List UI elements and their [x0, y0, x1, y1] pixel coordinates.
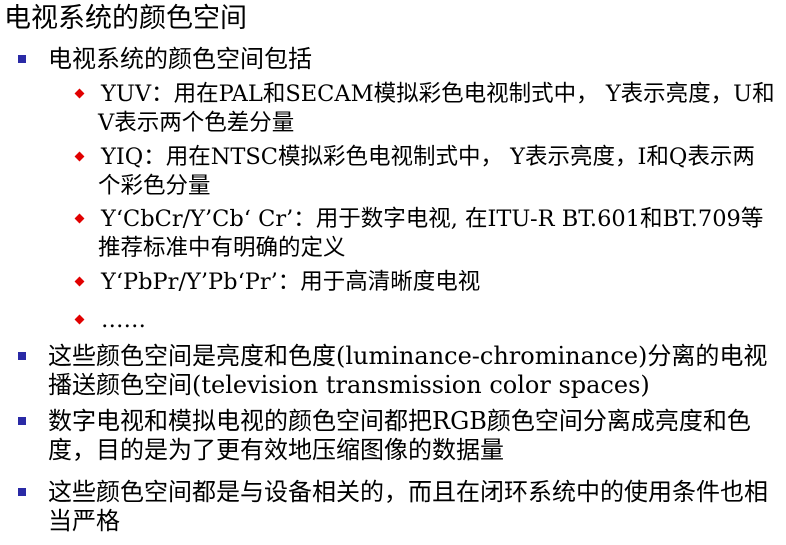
diamond-bullet-icon	[74, 151, 85, 162]
bullet-text: 电视系统的颜色空间包括	[48, 45, 312, 73]
diamond-bullet-icon	[74, 314, 85, 325]
bullet-text: 这些颜色空间是亮度和色度(luminance-chrominance)分离的电视…	[48, 342, 768, 399]
square-bullet-icon	[18, 352, 26, 360]
sub-bullet-yiq: YIQ：用在NTSC模拟彩色电视制式中， Y表示亮度，I和Q表示两个彩色分量	[74, 143, 776, 201]
bullet-item-device-dependent: 这些颜色空间都是与设备相关的，而且在闭环系统中的使用条件也相当严格	[18, 478, 782, 536]
sub-bullet-text: ……	[101, 307, 146, 333]
diamond-bullet-icon	[74, 88, 85, 99]
square-bullet-icon	[18, 488, 26, 496]
sub-bullet-text: YUV：用在PAL和SECAM模拟彩色电视制式中， Y表示亮度，U和V表示两个色…	[98, 81, 775, 136]
diamond-bullet-icon	[74, 276, 85, 287]
slide-title: 电视系统的颜色空间	[4, 3, 247, 34]
sub-bullet-yuv: YUV：用在PAL和SECAM模拟彩色电视制式中， Y表示亮度，U和V表示两个色…	[74, 80, 776, 138]
diamond-bullet-icon	[74, 213, 85, 224]
bullet-item-rgb-separation: 数字电视和模拟电视的颜色空间都把RGB颜色空间分离成亮度和色度，目的是为了更有效…	[18, 407, 782, 465]
sub-bullet-text: Y‘PbPr/Y’Pb‘Pr’：用于高清晰度电视	[101, 269, 481, 295]
sub-bullet-text: YIQ：用在NTSC模拟彩色电视制式中， Y表示亮度，I和Q表示两个彩色分量	[98, 144, 755, 199]
square-bullet-icon	[18, 417, 26, 425]
bullet-text: 数字电视和模拟电视的颜色空间都把RGB颜色空间分离成亮度和色度，目的是为了更有效…	[48, 407, 751, 464]
bullet-item-luminance-chrominance: 这些颜色空间是亮度和色度(luminance-chrominance)分离的电视…	[18, 342, 782, 400]
square-bullet-icon	[18, 55, 26, 63]
sub-bullet-ellipsis: ……	[74, 306, 776, 335]
sub-bullet-ypbpr: Y‘PbPr/Y’Pb‘Pr’：用于高清晰度电视	[74, 268, 776, 297]
bullet-text: 这些颜色空间都是与设备相关的，而且在闭环系统中的使用条件也相当严格	[48, 478, 768, 535]
sub-bullet-ycbcr: Y‘CbCr/Y’Cb‘ Cr’：用于数字电视, 在ITU-R BT.601和B…	[74, 205, 776, 263]
sub-bullet-text: Y‘CbCr/Y’Cb‘ Cr’：用于数字电视, 在ITU-R BT.601和B…	[98, 206, 764, 261]
bullet-item-color-spaces: 电视系统的颜色空间包括	[18, 45, 782, 74]
